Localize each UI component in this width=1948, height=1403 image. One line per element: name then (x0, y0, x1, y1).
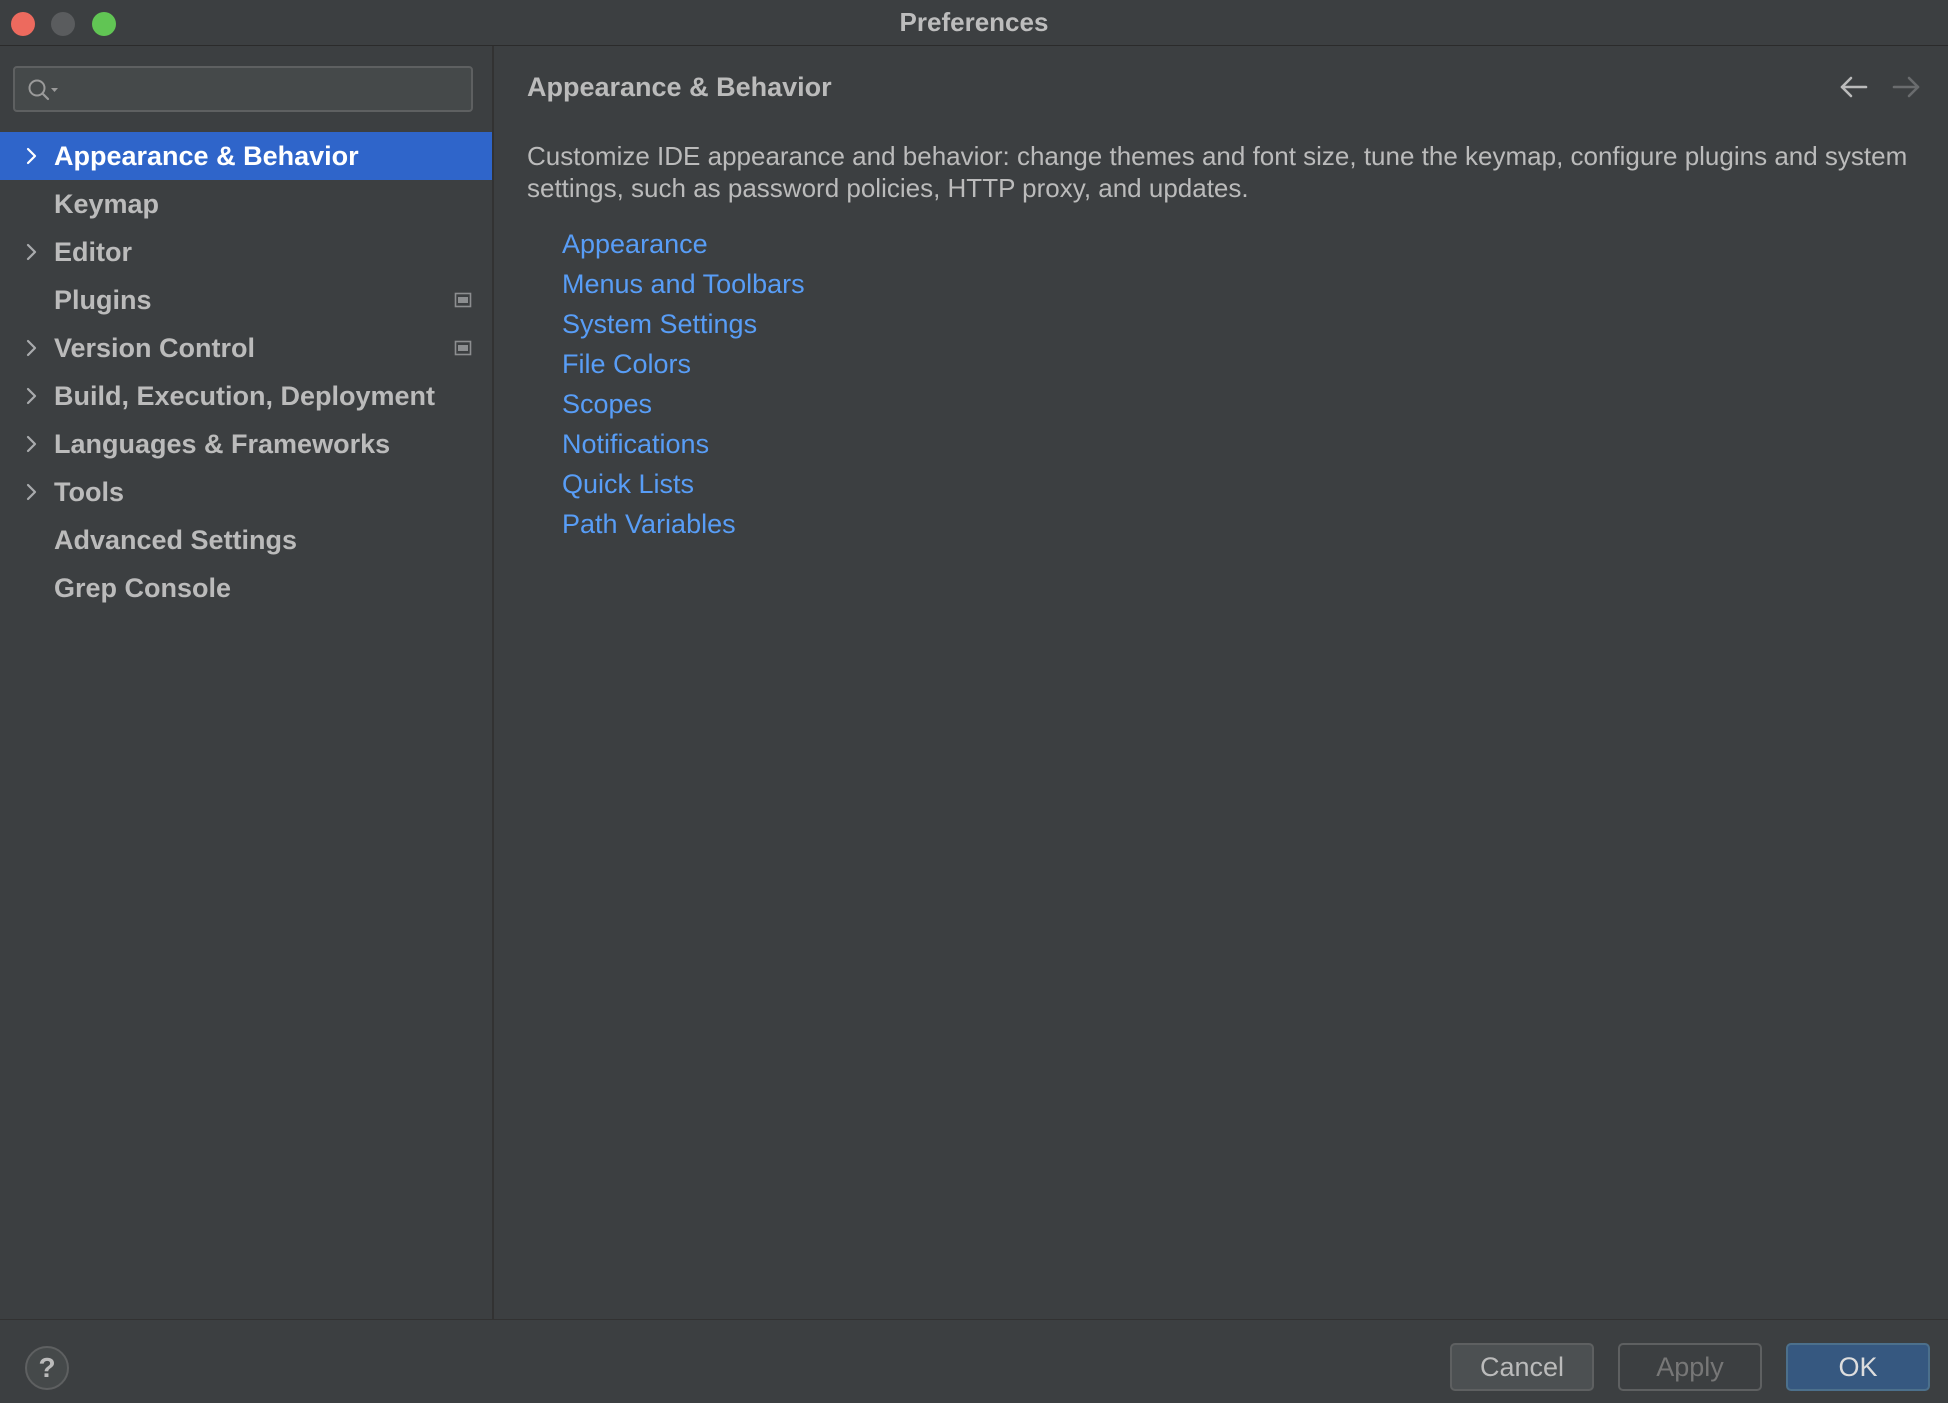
sidebar-item-label: Keymap (54, 189, 160, 219)
sidebar-item-label: Version Control (54, 333, 256, 363)
ok-button[interactable]: OK (1786, 1343, 1930, 1391)
search-icon (28, 79, 58, 101)
sidebar-item-label: Grep Console (54, 573, 232, 603)
settings-sidebar: Appearance & Behavior Keymap Editor Plugins… (0, 46, 494, 1319)
sidebar-item-keymap[interactable]: Keymap (0, 180, 492, 228)
sidebar-item-label: Appearance & Behavior (54, 141, 359, 171)
preferences-window: Preferences Appearance & Behavior Keymap E… (0, 0, 1948, 1403)
page-title: Appearance & Behavior (527, 72, 832, 102)
help-button[interactable]: ? (25, 1346, 69, 1390)
sidebar-item-label: Tools (54, 477, 124, 507)
chevron-right-icon[interactable] (22, 146, 42, 166)
window-title: Preferences (899, 7, 1049, 37)
sidebar-item-label: Languages & Frameworks (54, 429, 391, 459)
sidebar-item-grep-console[interactable]: Grep Console (0, 564, 492, 612)
link-path-variables[interactable]: Path Variables (562, 504, 805, 544)
sidebar-item-label: Advanced Settings (54, 525, 298, 555)
settings-search-box[interactable] (13, 66, 473, 112)
settings-tree: Appearance & Behavior Keymap Editor Plugins… (0, 132, 492, 612)
link-appearance[interactable]: Appearance (562, 224, 805, 264)
sidebar-item-tools[interactable]: Tools (0, 468, 492, 516)
sidebar-item-editor[interactable]: Editor (0, 228, 492, 276)
settings-content: Appearance & Behavior Customize IDE appe… (494, 46, 1948, 1319)
cancel-button[interactable]: Cancel (1450, 1343, 1594, 1391)
dialog-footer: ? Cancel Apply OK (0, 1319, 1948, 1403)
link-notifications[interactable]: Notifications (562, 424, 805, 464)
sidebar-item-label: Editor (54, 237, 132, 267)
sidebar-item-label: Build, Execution, Deployment (54, 381, 436, 411)
chevron-right-icon[interactable] (22, 386, 42, 406)
sidebar-item-appearance-behavior[interactable]: Appearance & Behavior (0, 132, 492, 180)
subpage-links: Appearance Menus and Toolbars System Setti… (562, 224, 805, 544)
link-quick-lists[interactable]: Quick Lists (562, 464, 805, 504)
chevron-right-icon[interactable] (22, 242, 42, 262)
back-arrow-icon[interactable] (1838, 74, 1870, 100)
chevron-right-icon[interactable] (22, 482, 42, 502)
project-settings-icon (454, 340, 472, 356)
forward-arrow-icon[interactable] (1890, 74, 1922, 100)
sidebar-item-plugins[interactable]: Plugins (0, 276, 492, 324)
sidebar-item-label: Plugins (54, 285, 152, 315)
link-file-colors[interactable]: File Colors (562, 344, 805, 384)
settings-search-input[interactable] (73, 74, 467, 106)
project-settings-icon (454, 292, 472, 308)
sidebar-item-build-execution-deployment[interactable]: Build, Execution, Deployment (0, 372, 492, 420)
chevron-right-icon[interactable] (22, 434, 42, 454)
link-system-settings[interactable]: System Settings (562, 304, 805, 344)
link-scopes[interactable]: Scopes (562, 384, 805, 424)
page-description: Customize IDE appearance and behavior: c… (527, 141, 1908, 203)
title-bar: Preferences (0, 0, 1948, 46)
link-menus-and-toolbars[interactable]: Menus and Toolbars (562, 264, 805, 304)
apply-button[interactable]: Apply (1618, 1343, 1762, 1391)
sidebar-item-languages-frameworks[interactable]: Languages & Frameworks (0, 420, 492, 468)
sidebar-item-advanced-settings[interactable]: Advanced Settings (0, 516, 492, 564)
sidebar-item-version-control[interactable]: Version Control (0, 324, 492, 372)
chevron-right-icon[interactable] (22, 338, 42, 358)
